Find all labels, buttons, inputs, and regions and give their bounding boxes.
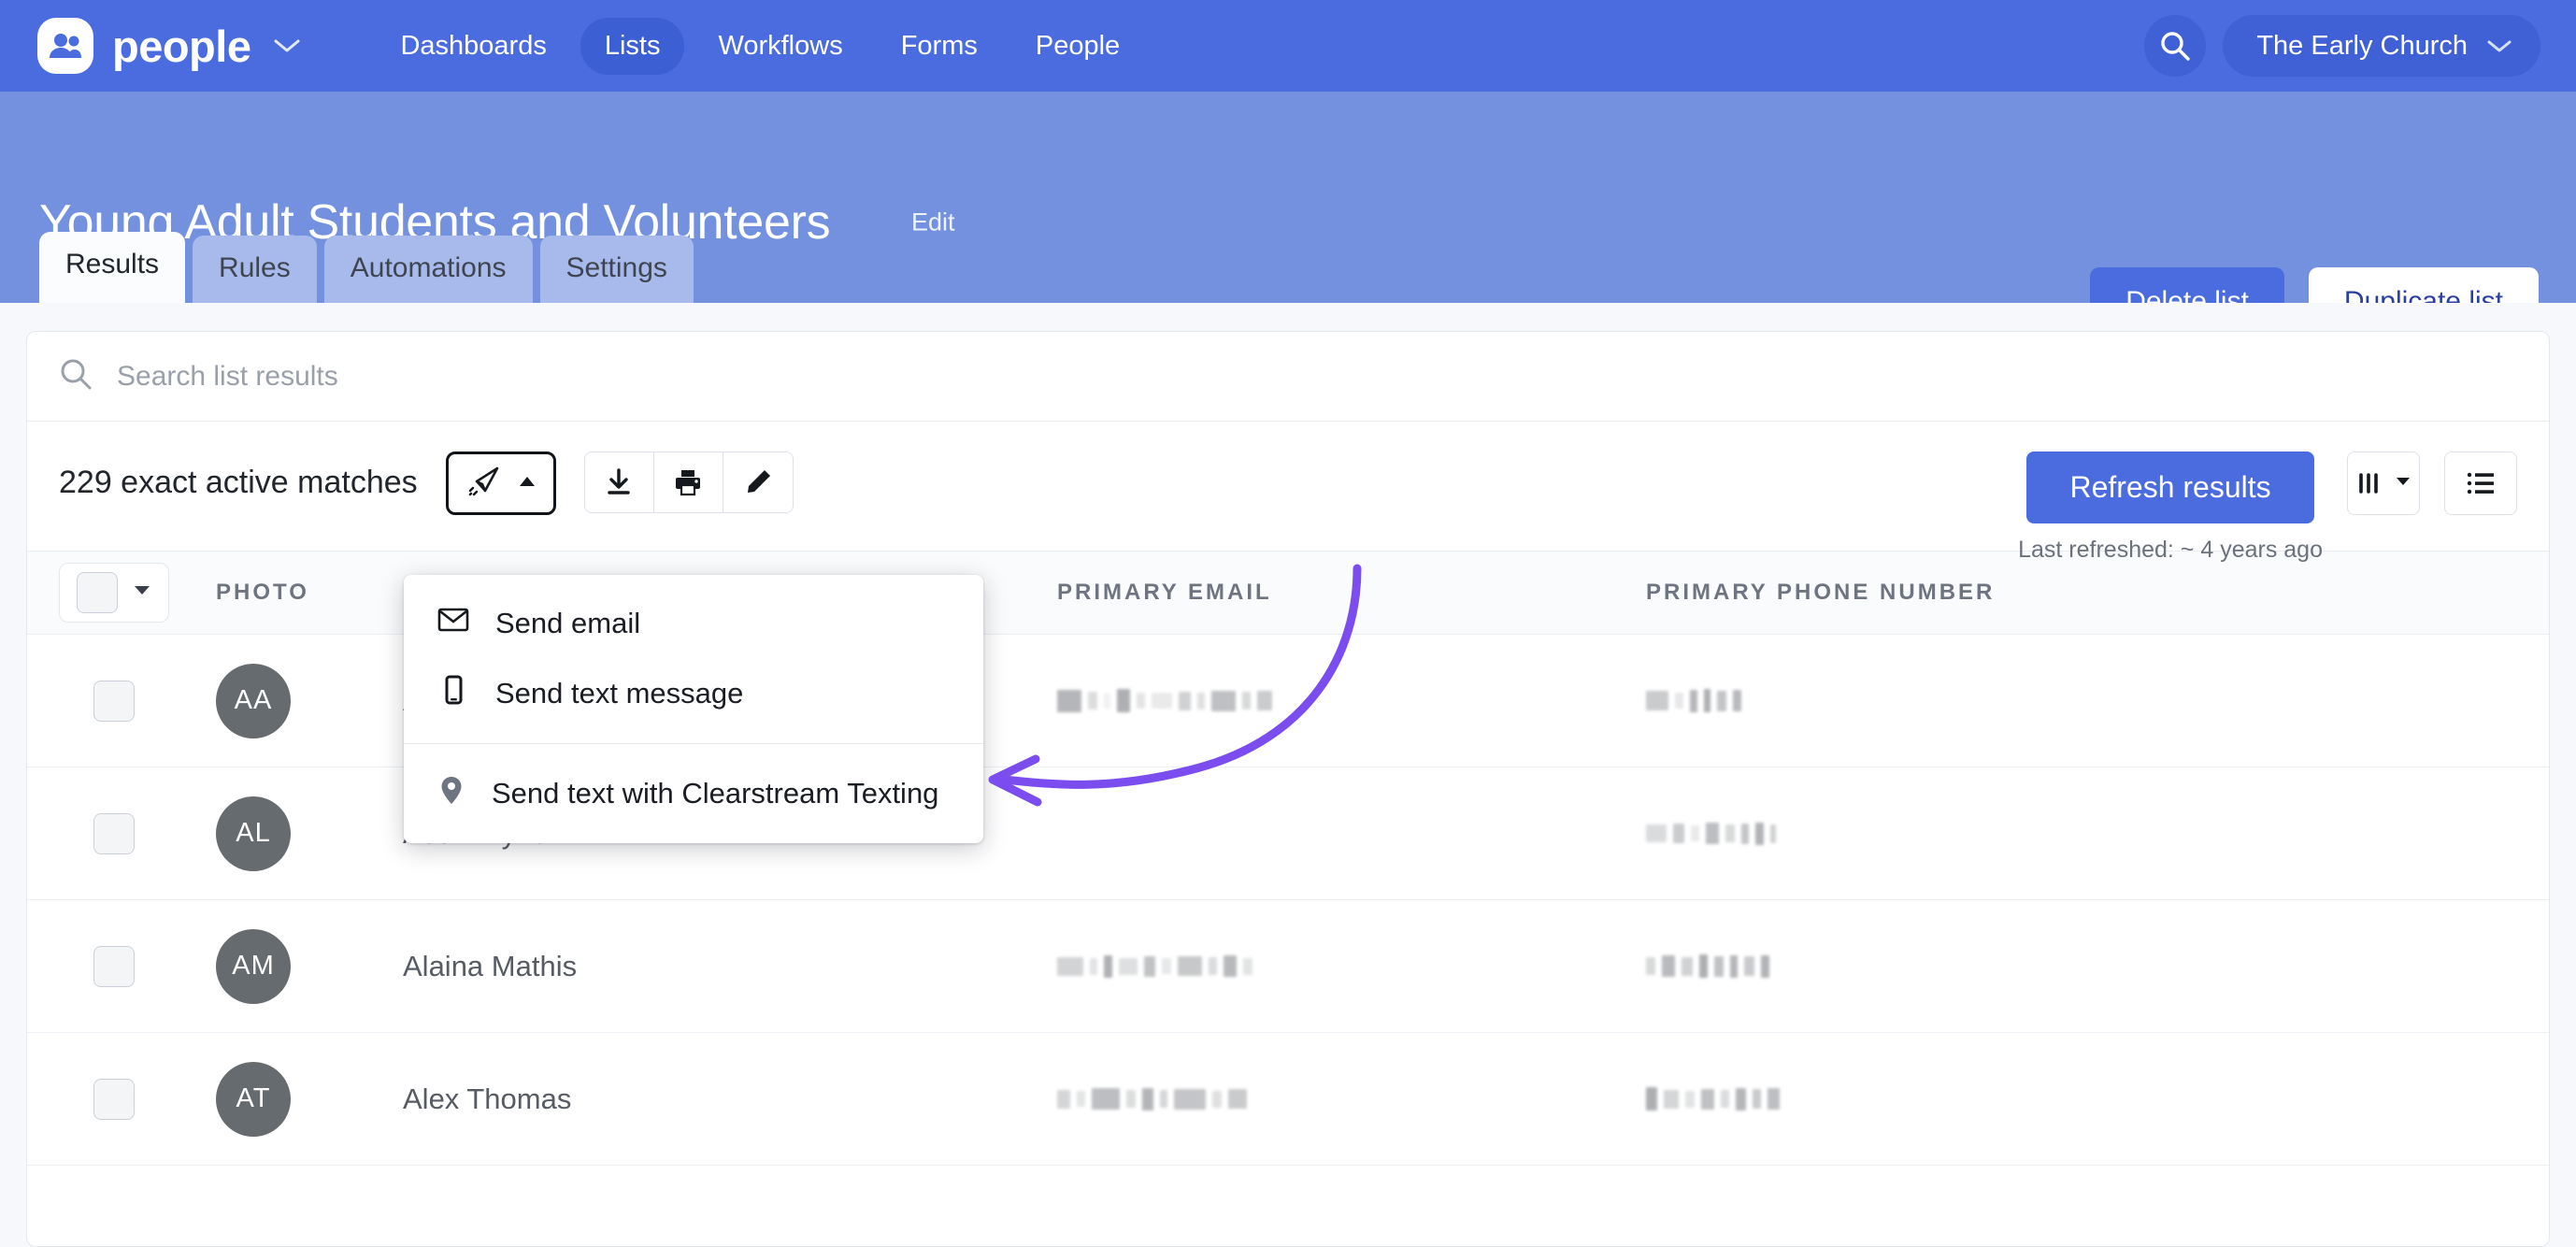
row-primary-phone [1646, 820, 2549, 848]
menu-item-send-text-message[interactable]: Send text message [404, 657, 983, 730]
results-toolbar: 229 exact active matches Refresh results… [27, 422, 2549, 563]
content-area: Search list results 229 exact active mat… [0, 303, 2576, 1247]
download-button[interactable] [585, 452, 654, 512]
nav-item-people[interactable]: People [1011, 18, 1144, 75]
list-tabs: Results Rules Automations Settings [39, 232, 694, 303]
table-row[interactable]: AT Alex Thomas [27, 1033, 2549, 1166]
menu-item-send-text-clearstream[interactable]: Send text with Clearstream Texting [404, 757, 983, 830]
organization-switcher[interactable]: The Early Church [2223, 15, 2540, 77]
avatar: AM [216, 928, 291, 1004]
column-header-primary-email[interactable]: PRIMARY EMAIL [1057, 580, 1646, 606]
row-primary-phone [1646, 687, 2549, 715]
last-refreshed-label: Last refreshed: ~ 4 years ago [2018, 537, 2323, 563]
avatar: AA [216, 663, 291, 738]
redacted-value [1646, 820, 2549, 848]
select-all-checkbox[interactable] [59, 563, 169, 623]
paper-plane-icon [465, 463, 502, 505]
redacted-value [1646, 1085, 2549, 1113]
export-actions-group [583, 452, 794, 513]
nav-item-lists[interactable]: Lists [580, 17, 685, 75]
row-checkbox[interactable] [59, 945, 169, 987]
column-header-photo[interactable]: PHOTO [216, 580, 403, 606]
caret-down-icon [133, 584, 151, 601]
search-icon [59, 357, 93, 395]
menu-item-label: Send email [495, 607, 641, 639]
checkbox-box [93, 945, 135, 987]
table-row[interactable]: AM Alaina Mathis [27, 900, 2549, 1033]
row-primary-phone [1646, 953, 2549, 981]
send-button[interactable] [445, 452, 556, 515]
row-photo: AA [216, 663, 403, 738]
search-list-results-row[interactable]: Search list results [27, 332, 2549, 422]
row-primary-phone [1646, 1085, 2549, 1113]
list-subheader: Young Adult Students and Volunteers Edit… [0, 92, 2576, 337]
pencil-button[interactable] [723, 452, 793, 512]
row-first-name[interactable]: Alaina Mathis [403, 950, 1057, 983]
chevron-down-icon [2486, 31, 2512, 62]
menu-item-label: Send text message [495, 677, 744, 710]
redacted-value [1057, 687, 1646, 715]
row-layout-button[interactable] [2444, 452, 2517, 515]
caret-up-icon [517, 475, 537, 493]
chevron-down-icon[interactable] [273, 37, 301, 54]
nav-item-dashboards[interactable]: Dashboards [376, 18, 570, 75]
top-navigation-bar: people Dashboards Lists Workflows Forms … [0, 0, 2576, 92]
avatar: AT [216, 1061, 291, 1137]
search-icon[interactable] [2144, 15, 2207, 77]
redacted-value [1057, 953, 1646, 981]
brand-logo[interactable]: people [37, 18, 301, 74]
tab-results[interactable]: Results [39, 232, 186, 303]
brand-name: people [112, 21, 251, 71]
refresh-group: Refresh results Last refreshed: ~ 4 year… [2018, 452, 2323, 564]
row-photo: AT [216, 1061, 403, 1137]
row-checkbox[interactable] [59, 812, 169, 854]
tab-rules[interactable]: Rules [193, 236, 317, 303]
row-checkbox[interactable] [59, 1078, 169, 1120]
nav-item-workflows[interactable]: Workflows [694, 18, 866, 75]
mobile-phone-icon [437, 674, 469, 713]
menu-item-send-email[interactable]: Send email [404, 590, 983, 657]
match-count-label: 229 exact active matches [59, 465, 418, 500]
refresh-results-button[interactable]: Refresh results [2026, 452, 2314, 523]
tab-automations[interactable]: Automations [323, 236, 533, 303]
row-primary-email [1057, 953, 1646, 981]
row-checkbox[interactable] [59, 680, 169, 722]
menu-item-label: Send text with Clearstream Texting [492, 777, 939, 810]
print-button[interactable] [654, 452, 723, 512]
organization-name: The Early Church [2256, 30, 2468, 61]
redacted-value [1646, 687, 2549, 715]
menu-divider [404, 743, 983, 744]
redacted-value [1646, 953, 2549, 981]
avatar: AL [216, 796, 291, 871]
column-header-primary-phone[interactable]: PRIMARY PHONE NUMBER [1646, 580, 2549, 606]
nav-item-forms[interactable]: Forms [877, 18, 1002, 75]
nav-right-group: The Early Church [2144, 15, 2540, 77]
row-primary-email [1057, 1085, 1646, 1113]
edit-title-link[interactable]: Edit [911, 208, 955, 237]
tab-settings[interactable]: Settings [539, 236, 694, 303]
row-photo: AL [216, 796, 403, 871]
column-layout-button[interactable] [2347, 452, 2420, 515]
redacted-value [1057, 1085, 1646, 1113]
checkbox-box [93, 680, 135, 722]
checkbox-box [93, 812, 135, 854]
checkbox-box [93, 1078, 135, 1120]
location-pin-icon [437, 774, 465, 813]
toolbar-right-group: Refresh results Last refreshed: ~ 4 year… [2018, 452, 2517, 564]
row-primary-email [1057, 687, 1646, 715]
row-photo: AM [216, 928, 403, 1004]
checkbox-box [77, 572, 118, 613]
primary-nav: Dashboards Lists Workflows Forms People [376, 17, 1144, 75]
search-input[interactable]: Search list results [117, 361, 338, 393]
send-dropdown-menu: Send email Send text message Send text w… [404, 575, 983, 843]
envelope-icon [437, 607, 469, 640]
row-first-name[interactable]: Alex Thomas [403, 1082, 1057, 1116]
caret-down-icon [2395, 475, 2411, 492]
people-group-icon [37, 18, 93, 74]
